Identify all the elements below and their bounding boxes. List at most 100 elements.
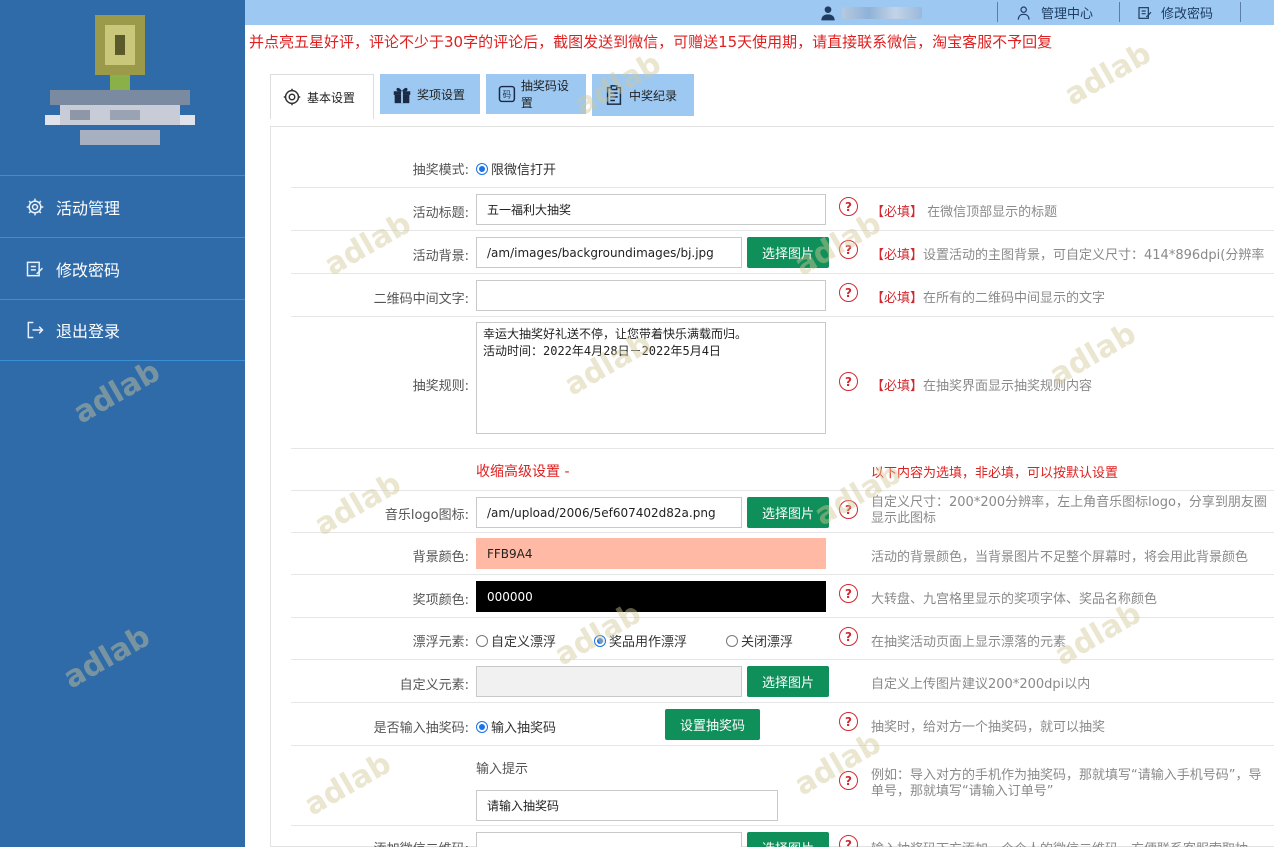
form-row-prize-color: 奖项颜色: 000000 ? 大转盘、九宫格里显示的奖项字体、奖品名称颜色 [291,575,1274,618]
promo-notice: 并点亮五星好评，评论不少于30字的评论后，截图发送到微信，可赠送15天使用期，请… [249,33,1053,51]
set-code-button[interactable]: 设置抽奖码 [665,709,760,740]
form-row-title: 活动标题: 五一福利大抽奖 ? 【必填】 在微信顶部显示的标题 [291,188,1274,231]
svg-text:码: 码 [503,89,511,99]
prompt-input[interactable]: 请输入抽奖码 [476,790,778,821]
topbar: 管理中心 修改密码 [245,0,1274,25]
field-label: 漂浮元素: [412,635,469,650]
custom-element-input[interactable] [476,666,742,697]
settings-icon [283,88,301,106]
user-account[interactable] [820,0,922,25]
help-icon[interactable]: ? [839,712,858,731]
qr-text-input[interactable] [476,280,826,311]
field-hint: 在抽奖活动页面上显示漂落的元素 [871,635,1067,650]
divider [1240,2,1241,22]
field-label: 抽奖规则: [412,379,469,394]
field-hint: 自定义尺寸：200*200分辨率，左上角音乐图标logo，分享到朋友圈 显示此图标 [871,495,1267,526]
gift-icon [393,87,411,104]
tab-basic-settings[interactable]: 基本设置 [270,74,374,119]
username-blurred [842,6,922,19]
help-icon[interactable]: ? [839,240,858,259]
form-row-advanced: 收缩高级设置 - 以下内容为选填，非必填，可以按默认设置 [291,449,1274,491]
advanced-note: 以下内容为选填，非必填，可以按默认设置 [871,466,1119,481]
field-label: 活动标题: [412,206,469,221]
form-row-qr-text: 二维码中间文字: ? 【必填】在所有的二维码中间显示的文字 [291,274,1274,317]
wechat-qr-input[interactable] [476,832,742,847]
prize-color-input[interactable]: 000000 [476,581,826,612]
sidebar-item-change-password[interactable]: 修改密码 [0,237,245,299]
help-icon[interactable]: ? [839,197,858,216]
field-label: 背景颜色: [412,550,469,565]
sidebar-item-logout[interactable]: 退出登录 [0,299,245,361]
form-row-mode: 抽奖模式: 限微信打开 [291,145,1274,188]
tab-code-settings[interactable]: 码 抽奖码设置 [486,74,586,114]
basic-settings-form: 抽奖模式: 限微信打开 活动标题: 五一福利大抽奖 ? 【必填】 在微信顶部显示… [270,36,1274,847]
field-label: 音乐logo图标: [384,508,469,523]
select-image-button[interactable]: 选择图片 [747,497,829,528]
change-password-link[interactable]: 修改密码 [1137,0,1213,25]
edit-icon [24,258,46,280]
user-outline-icon [1017,5,1030,20]
help-icon[interactable]: ? [839,627,858,646]
mode-radio[interactable]: 限微信打开 [476,159,556,178]
help-icon[interactable]: ? [839,835,858,847]
sidebar-nav: 活动管理 修改密码 退出登录 [0,175,245,361]
form-row-background: 活动背景: /am/images/backgroundimages/bj.jpg… [291,231,1274,274]
tab-label: 中奖纪录 [629,88,678,103]
field-hint: 例如：导入对方的手机作为抽奖码，那就填写“请输入手机号码”，导 单号，那就填写“请… [871,768,1262,799]
manage-center-label: 管理中心 [1041,7,1094,22]
help-icon[interactable]: ? [839,771,858,790]
float-radio-prize[interactable]: 奖品用作漂浮 [594,631,687,650]
field-label: 活动背景: [412,249,469,264]
prompt-label: 输入提示 [476,762,529,777]
field-hint: 【必填】在抽奖界面显示抽奖规则内容 [871,379,1093,394]
code-input-radio[interactable]: 输入抽奖码 [476,717,556,736]
float-radio-off[interactable]: 关闭漂浮 [726,631,793,650]
field-label: 抽奖模式: [412,163,469,178]
watermark: adlab [1058,35,1158,114]
sidebar-item-label: 修改密码 [56,260,121,280]
field-hint: 【必填】 在微信顶部显示的标题 [871,205,1058,220]
tab-label: 抽奖码设置 [520,79,569,110]
help-icon[interactable]: ? [839,372,858,391]
field-hint: 【必填】在所有的二维码中间显示的文字 [871,291,1106,306]
sidebar-item-activity-manage[interactable]: 活动管理 [0,175,245,237]
form-row-code-input: 是否输入抽奖码: 输入抽奖码 设置抽奖码 ? 抽奖时，给对方一个抽奖码，就可以抽… [291,703,1274,746]
field-hint: 【必填】设置活动的主图背景，可自定义尺寸：414*896dpi(分辨率 [871,248,1265,263]
sidebar-item-label: 退出登录 [56,322,121,341]
tab-prize-settings[interactable]: 奖项设置 [380,74,480,114]
background-input[interactable]: /am/images/backgroundimages/bj.jpg [476,237,742,268]
logo-area [0,0,245,175]
gear-icon [24,196,46,218]
watermark: adlab [57,618,157,697]
form-row-bg-color: 背景颜色: FFB9A4 活动的背景颜色，当背景图片不足整个屏幕时，将会用此背景… [291,533,1274,575]
logo-image [45,15,195,145]
form-row-wechat-qr: 添加微信二维码: 选择图片 ? 输入抽奖码下方添加一个个人的微信二维码，方便联系… [291,826,1274,847]
float-radio-custom[interactable]: 自定义漂浮 [476,631,556,650]
form-row-rules: 抽奖规则: 幸运大抽奖好礼送不停，让您带着快乐满载而归。 活动时间：2022年4… [291,317,1274,449]
watermark: adlab [67,353,167,432]
field-label: 奖项颜色: [412,593,469,608]
field-hint: 活动的背景颜色，当背景图片不足整个屏幕时，将会用此背景颜色 [871,550,1249,565]
edit-icon [1138,6,1152,19]
manage-center-link[interactable]: 管理中心 [1017,0,1093,25]
collapse-advanced-toggle[interactable]: 收缩高级设置 - [476,461,570,481]
tab-winning-records[interactable]: 中奖纪录 [592,74,694,116]
bg-color-input[interactable]: FFB9A4 [476,538,826,569]
rules-textarea[interactable]: 幸运大抽奖好礼送不停，让您带着快乐满载而归。 活动时间：2022年4月28日－2… [476,322,826,434]
field-label: 是否输入抽奖码: [373,721,469,736]
select-image-button[interactable]: 选择图片 [747,666,829,697]
tab-label: 基本设置 [307,90,356,105]
help-icon[interactable]: ? [839,500,858,519]
help-icon[interactable]: ? [839,584,858,603]
radio-selected [476,163,488,175]
select-image-button[interactable]: 选择图片 [747,832,829,847]
help-icon[interactable]: ? [839,283,858,302]
field-hint: 输入抽奖码下方添加一个个人的微信二维码，方便联系客服索取抽 [871,838,1248,847]
tab-label: 奖项设置 [417,87,466,102]
title-input[interactable]: 五一福利大抽奖 [476,194,826,225]
form-row-float: 漂浮元素: 自定义漂浮 奖品用作漂浮 关闭漂浮 ? 在抽奖活动页面上显示漂落的元… [291,618,1274,660]
form-row-prompt: 输入提示 请输入抽奖码 ? 例如：导入对方的手机作为抽奖码，那就填写“请输入手机… [291,746,1274,826]
music-logo-input[interactable]: /am/upload/2006/5ef607402d82a.png [476,497,742,528]
form-row-music-logo: 音乐logo图标: /am/upload/2006/5ef607402d82a.… [291,491,1274,533]
select-image-button[interactable]: 选择图片 [747,237,829,268]
